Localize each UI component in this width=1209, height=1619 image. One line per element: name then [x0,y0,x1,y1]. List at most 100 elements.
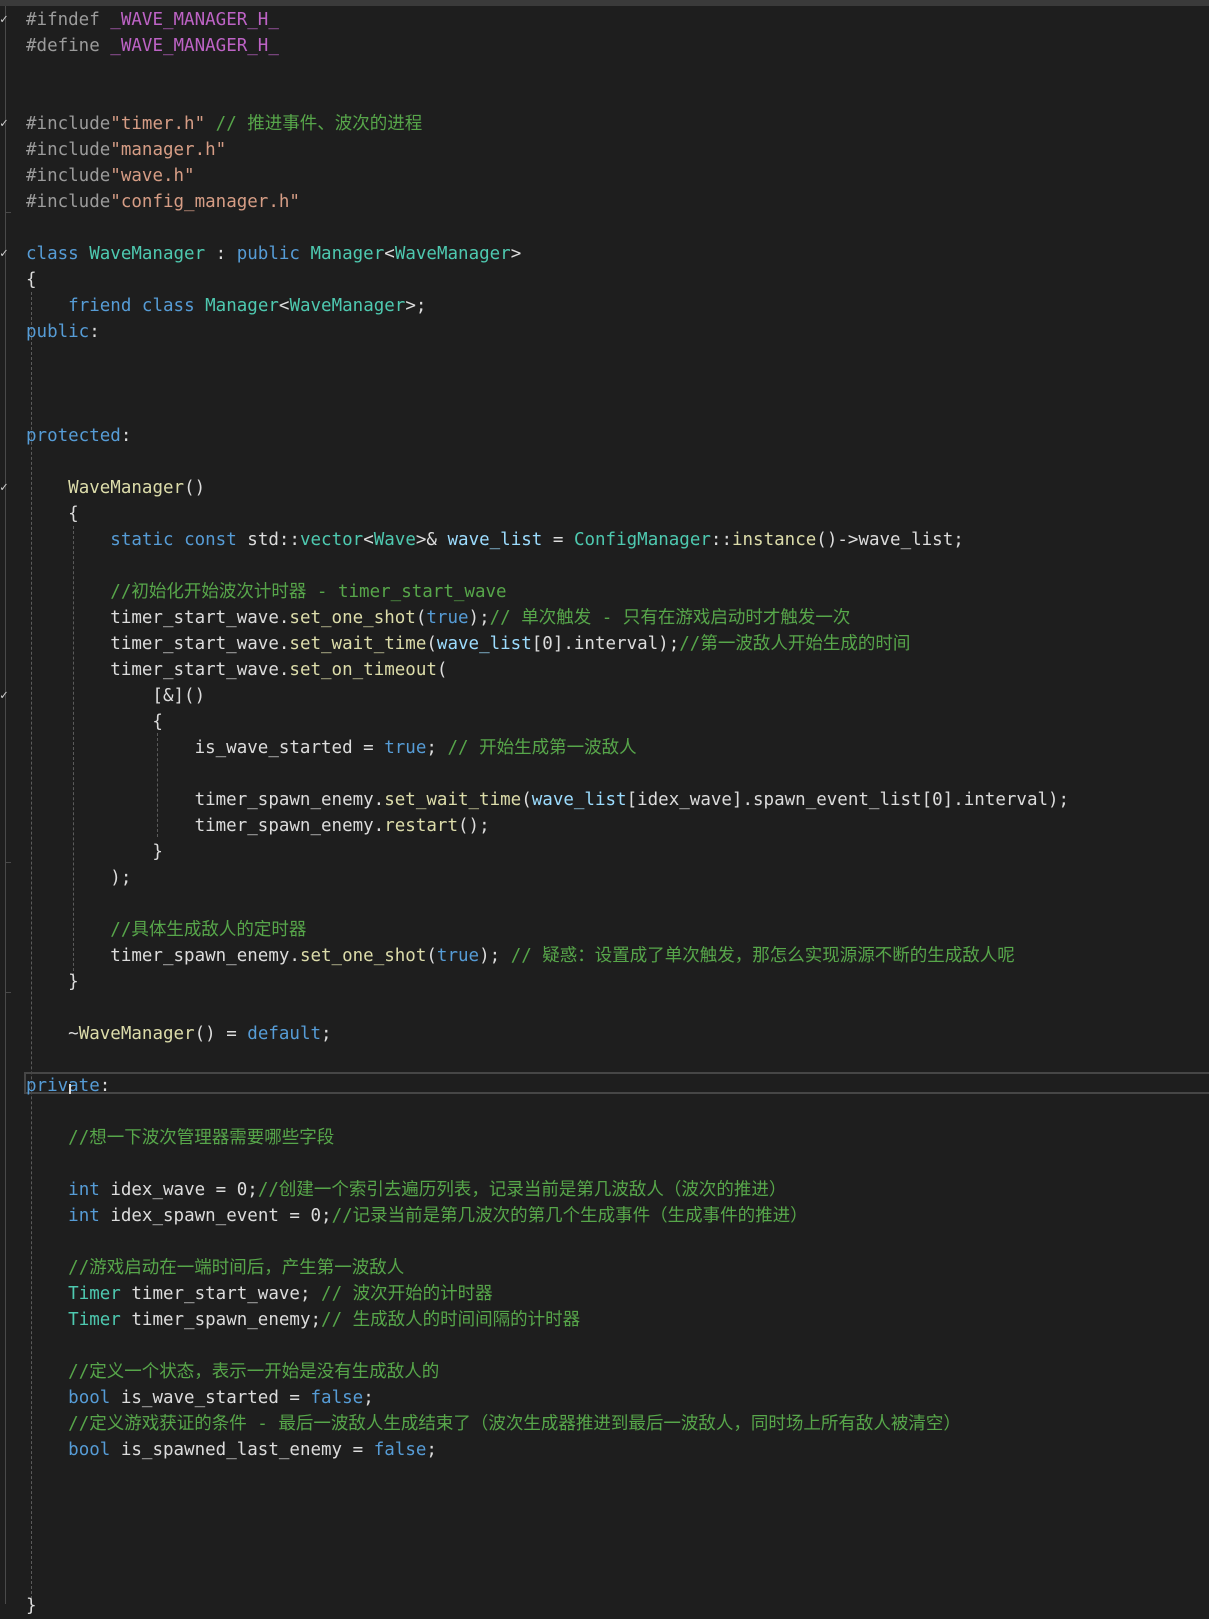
code-token: Timer [68,1284,132,1304]
code-line[interactable]: timer_spawn_enemy.set_wait_time(wave_lis… [0,787,1209,813]
code-line[interactable]: public: [0,319,1209,345]
code-line[interactable]: Timer timer_spawn_enemy;// 生成敌人的时间间隔的计时器 [0,1307,1209,1333]
code-line[interactable]: int idex_spawn_event = 0;//记录当前是第几波次的第几个… [0,1203,1209,1229]
code-line[interactable] [0,345,1209,371]
code-line[interactable] [0,1515,1209,1541]
code-token: #include [26,140,111,160]
code-line[interactable]: ✓ WaveManager() [0,475,1209,501]
code-line[interactable]: #include"wave.h" [0,163,1209,189]
code-line[interactable]: { [0,267,1209,293]
code-text: #include"manager.h" [26,137,226,163]
code-line[interactable]: protected: [0,423,1209,449]
code-line[interactable]: #define _WAVE_MANAGER_H_ [0,33,1209,59]
code-line[interactable]: } [0,1593,1209,1619]
code-line[interactable] [0,1541,1209,1567]
code-token: // 波次开始的计时器 [321,1284,493,1304]
code-token: is_wave_started = [26,738,385,758]
code-token: ()->wave_list; [816,530,964,550]
code-token: private [26,1076,100,1096]
code-line[interactable]: private: [0,1073,1209,1099]
code-text: timer_spawn_enemy.set_wait_time(wave_lis… [26,787,1070,813]
code-line[interactable]: friend class Manager<WaveManager>; [0,293,1209,319]
code-line[interactable]: is_wave_started = true; // 开始生成第一波敌人 [0,735,1209,761]
code-editor[interactable]: ✓ #ifndef _WAVE_MANAGER_H_ #define _WAVE_M… [0,6,1209,1616]
code-line[interactable]: { [0,501,1209,527]
code-token: ); [26,868,132,888]
code-token: // 疑惑：设置成了单次触发，那怎么实现源源不断的生成敌人呢 [510,946,1015,966]
code-token: ); [468,608,490,628]
code-line[interactable]: timer_start_wave.set_wait_time(wave_list… [0,631,1209,657]
code-line[interactable]: timer_spawn_enemy.set_one_shot(true); //… [0,943,1209,969]
code-line[interactable] [0,1099,1209,1125]
code-token: false [310,1388,364,1408]
code-line[interactable] [0,553,1209,579]
code-line[interactable]: ✓ #ifndef _WAVE_MANAGER_H_ [0,7,1209,33]
code-token: class [26,244,90,264]
code-token: Timer [68,1310,132,1330]
code-line[interactable]: #include"manager.h" [0,137,1209,163]
code-line[interactable] [0,1229,1209,1255]
code-text: bool is_wave_started = false; [26,1385,374,1411]
code-line[interactable]: Timer timer_start_wave; // 波次开始的计时器 [0,1281,1209,1307]
code-token: const [184,530,248,550]
code-line[interactable]: bool is_wave_started = false; [0,1385,1209,1411]
code-line[interactable] [0,1567,1209,1593]
code-line[interactable] [0,995,1209,1021]
code-line[interactable]: ✓ class WaveManager : public Manager<Wave… [0,241,1209,267]
code-token: wave_list [447,530,543,550]
code-text: #include"config_manager.h" [26,189,300,215]
code-line[interactable]: #include"config_manager.h" [0,189,1209,215]
code-token: (); [458,816,490,836]
code-line[interactable]: int idex_wave = 0;//创建一个索引去遍历列表，记录当前是第几波… [0,1177,1209,1203]
code-line[interactable]: } [0,969,1209,995]
code-line[interactable]: bool is_spawned_last_enemy = false; [0,1437,1209,1463]
code-text: WaveManager() [26,475,205,501]
code-line[interactable]: ✓ [&]() [0,683,1209,709]
code-token: //创建一个索引去遍历列表，记录当前是第几波敌人（波次的推进） [257,1180,787,1200]
code-line[interactable]: timer_spawn_enemy.restart(); [0,813,1209,839]
code-token: // 单次触发 - 只有在游戏启动时才触发一次 [489,608,851,628]
code-line[interactable] [0,891,1209,917]
code-line[interactable]: timer_start_wave.set_one_shot(true);// 单… [0,605,1209,631]
code-line[interactable] [0,85,1209,111]
code-line[interactable]: static const std::vector<Wave>& wave_lis… [0,527,1209,553]
code-text: } [26,839,163,865]
code-token: "config_manager.h" [110,192,300,212]
code-line[interactable] [0,1463,1209,1489]
code-line[interactable] [0,371,1209,397]
code-text: timer_spawn_enemy.restart(); [26,813,490,839]
code-line[interactable] [0,397,1209,423]
code-line[interactable] [0,449,1209,475]
code-line[interactable] [0,1151,1209,1177]
code-line[interactable] [0,761,1209,787]
code-line[interactable] [0,215,1209,241]
code-line[interactable] [0,1489,1209,1515]
code-line[interactable]: } [0,839,1209,865]
code-line[interactable]: { [0,709,1209,735]
code-line[interactable]: //定义游戏获证的条件 - 最后一波敌人生成结束了（波次生成器推进到最后一波敌人… [0,1411,1209,1437]
code-token: //记录当前是第几波次的第几个生成事件（生成事件的推进） [331,1206,808,1226]
code-token: [0].interval); [531,634,680,654]
code-token: } [26,972,79,992]
code-line[interactable]: //想一下波次管理器需要哪些字段 [0,1125,1209,1151]
code-line[interactable]: ~WaveManager() = default; [0,1021,1209,1047]
code-token: set_wait_time [384,790,522,810]
code-line[interactable]: ); [0,865,1209,891]
code-line[interactable]: timer_start_wave.set_on_timeout( [0,657,1209,683]
code-text: //具体生成敌人的定时器 [26,917,306,943]
code-text: public: [26,319,100,345]
code-line[interactable]: //游戏启动在一端时间后，产生第一波敌人 [0,1255,1209,1281]
code-line[interactable]: ✓ #include"timer.h" // 推进事件、波次的进程 [0,111,1209,137]
code-line[interactable] [0,59,1209,85]
code-line[interactable]: //具体生成敌人的定时器 [0,917,1209,943]
code-token: ; [426,1440,437,1460]
code-line[interactable]: //初始化开始波次计时器 - timer_start_wave [0,579,1209,605]
code-token: #ifndef [26,10,111,30]
code-line[interactable] [0,1047,1209,1073]
code-line[interactable]: //定义一个状态，表示一开始是没有生成敌人的 [0,1359,1209,1385]
code-line[interactable] [0,1333,1209,1359]
code-token: () = [194,1024,248,1044]
